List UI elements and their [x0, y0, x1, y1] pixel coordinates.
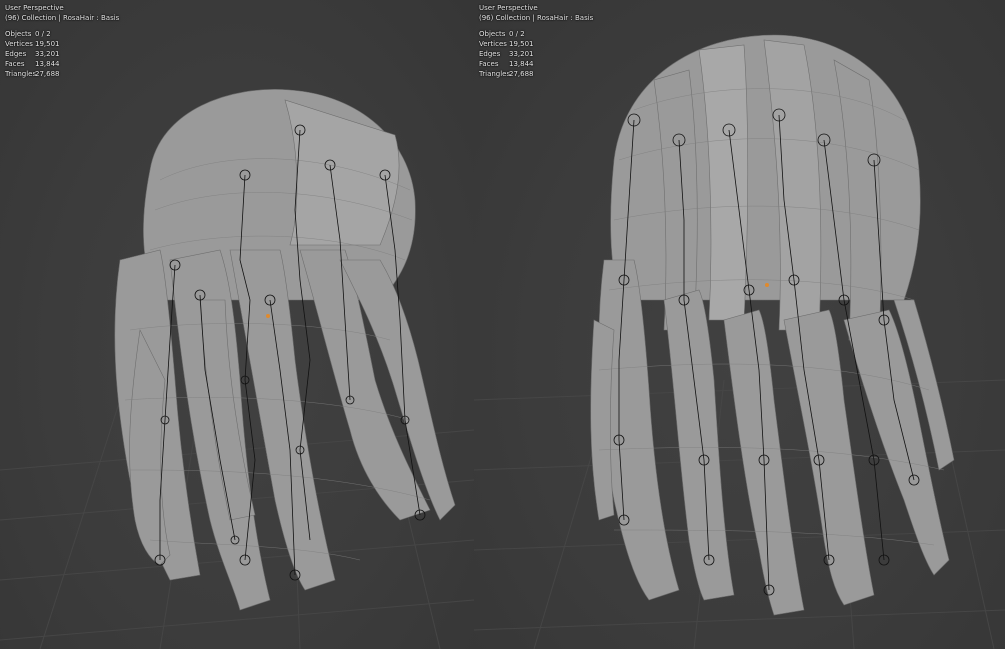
stat-edges: Edges 33,201	[479, 50, 534, 58]
viewport-info-right: User Perspective (96) Collection | RosaH…	[479, 3, 593, 79]
origin-point-left	[266, 314, 270, 318]
viewport-info-left: User Perspective (96) Collection | RosaH…	[5, 3, 119, 79]
view-mode-label: User Perspective	[5, 4, 64, 12]
stat-edges: Edges 33,201	[5, 50, 60, 58]
hair-mesh-left	[114, 89, 456, 611]
stat-vertices: Vertices 19,501	[5, 40, 60, 48]
view-mode-label: User Perspective	[479, 4, 538, 12]
viewport-3d-right[interactable]: User Perspective (96) Collection | RosaH…	[474, 0, 1005, 649]
stat-triangles: Triangles 27,688	[5, 70, 60, 78]
hair-mesh-right	[590, 34, 955, 616]
viewport-3d-left[interactable]: User Perspective (96) Collection | RosaH…	[0, 0, 474, 649]
stat-triangles: Triangles 27,688	[479, 70, 534, 78]
context-label: (96) Collection | RosaHair : Basis	[479, 14, 594, 22]
stat-vertices: Vertices 19,501	[479, 40, 534, 48]
scene-stats: Objects 0 / 2 Vertices 19,501 Edges 33,2…	[5, 29, 119, 79]
stat-faces: Faces 13,844	[5, 60, 60, 68]
stat-objects: Objects 0 / 2	[5, 30, 51, 38]
context-label: (96) Collection | RosaHair : Basis	[5, 14, 120, 22]
scene-stats: Objects 0 / 2 Vertices 19,501 Edges 33,2…	[479, 29, 593, 79]
stat-faces: Faces 13,844	[479, 60, 534, 68]
blender-split-view: User Perspective (96) Collection | RosaH…	[0, 0, 1005, 649]
origin-point-right	[765, 283, 769, 287]
stat-objects: Objects 0 / 2	[479, 30, 525, 38]
